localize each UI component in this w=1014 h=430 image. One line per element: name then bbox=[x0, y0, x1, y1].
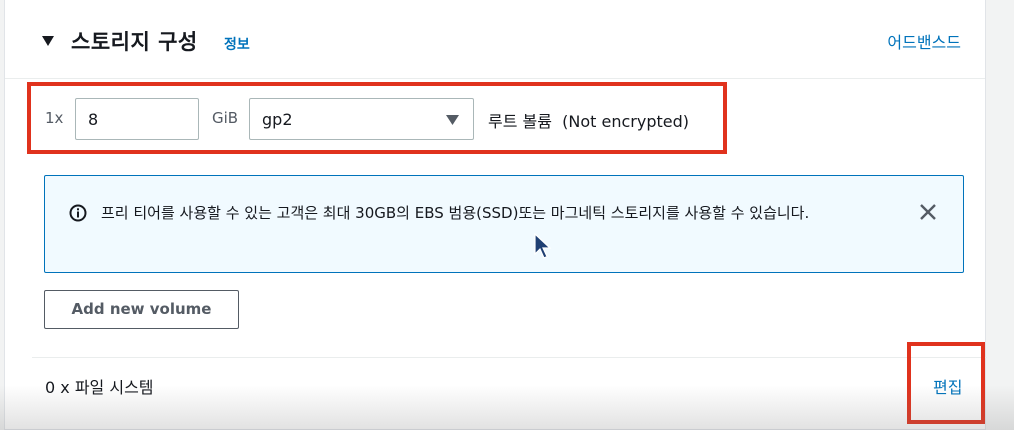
highlight-box-volume bbox=[27, 82, 727, 154]
section-header: 스토리지 구성 정보 어드밴스드 bbox=[5, 0, 985, 79]
add-new-volume-button[interactable]: Add new volume bbox=[44, 290, 239, 329]
advanced-link[interactable]: 어드밴스드 bbox=[887, 29, 961, 53]
section-title: 스토리지 구성 bbox=[71, 30, 198, 54]
mouse-cursor-icon bbox=[534, 233, 552, 259]
caret-down-icon[interactable] bbox=[42, 36, 54, 46]
file-system-label: 0 x 파일 시스템 bbox=[45, 378, 154, 397]
divider bbox=[32, 357, 987, 358]
info-icon bbox=[69, 204, 87, 222]
highlight-box-edit bbox=[907, 342, 985, 424]
info-alert: 프리 티어를 사용할 수 있는 고객은 최대 30GB의 EBS 범용(SSD)… bbox=[44, 175, 964, 273]
info-link[interactable]: 정보 bbox=[224, 34, 250, 54]
close-icon[interactable] bbox=[919, 203, 937, 221]
alert-message: 프리 티어를 사용할 수 있는 고객은 최대 30GB의 EBS 범용(SSD)… bbox=[101, 204, 810, 222]
storage-panel: 스토리지 구성 정보 어드밴스드 1x GiB gp2 루트 볼륨 (Not e… bbox=[4, 0, 987, 430]
